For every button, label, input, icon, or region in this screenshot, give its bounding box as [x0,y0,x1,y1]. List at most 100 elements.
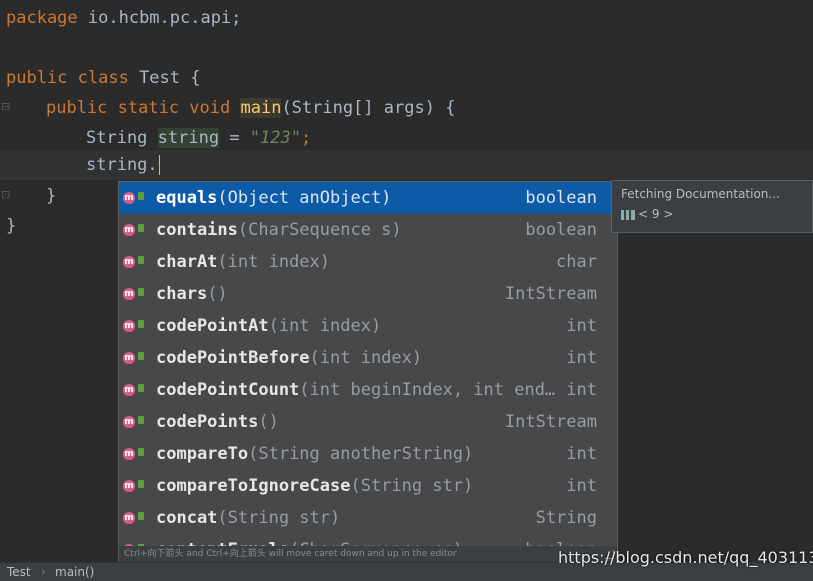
method-icon: m [123,288,135,300]
item-return-type: String [535,508,597,528]
public-access-icon [138,192,144,200]
item-name: codePoints [156,412,259,432]
method-icon: m [123,224,135,236]
item-return-type: IntStream [504,412,597,432]
semicolon: ; [301,128,312,148]
code-line-package[interactable]: package io.hcbm.pc.api; [0,3,813,33]
item-return-type: boolean [525,220,597,240]
completion-item[interactable]: m compareToIgnoreCase(String str) int [119,470,617,502]
method-icon: m [123,480,135,492]
item-name: codePointCount [156,380,300,400]
text-caret [158,155,160,175]
breadcrumb-class[interactable]: Test [7,563,31,581]
item-name: compareTo [156,444,249,464]
completion-item[interactable]: m codePointCount(int beginIndex, int end…… [119,374,617,406]
item-params: (String str) [350,476,474,496]
class-declaration: Test { [128,68,201,88]
public-access-icon [138,320,144,328]
breadcrumb-separator: › [41,565,46,579]
doc-nav-label[interactable]: < 9 > [638,207,673,221]
completion-item[interactable]: m equals(Object anObject) boolean [119,182,617,214]
keyword-package: package [6,8,78,28]
public-access-icon [138,288,144,296]
code-line-class[interactable]: public class Test { [0,63,813,93]
public-access-icon [138,224,144,232]
item-name: chars [156,284,208,304]
item-return-type: IntStream [504,284,597,304]
package-name: io.hcbm.pc.api; [77,8,242,28]
public-access-icon [138,352,144,360]
completion-item[interactable]: m codePoints() IntStream [119,406,617,438]
method-icon: m [123,512,135,524]
completion-item[interactable]: m charAt(int index) char [119,246,617,278]
item-name: charAt [156,252,218,272]
public-access-icon [138,512,144,520]
public-access-icon [138,448,144,456]
string-literal: "123" [249,128,301,148]
public-access-icon [138,384,144,392]
fold-icon[interactable]: ⊟ [1,100,10,113]
completion-item[interactable]: m concat(String str) String [119,502,617,534]
doc-navigation[interactable]: < 9 > [621,207,673,221]
item-name: concat [156,508,218,528]
main-signature: (String[] args) { [281,98,456,118]
fold-end-icon[interactable]: ⊡ [1,188,10,201]
public-access-icon [138,480,144,488]
method-icon: m [123,448,135,460]
close-brace-class: } [6,216,17,236]
completion-item[interactable]: m codePointAt(int index) int [119,310,617,342]
method-icon: m [123,384,135,396]
method-icon: m [123,416,135,428]
completion-hint-text: Ctrl+向下箭头 and Ctrl+向上箭头 will move caret … [124,549,457,559]
doc-status-text: Fetching Documentation... [621,187,780,201]
completion-hint: Ctrl+向下箭头 and Ctrl+向上箭头 will move caret … [119,546,617,562]
completion-scrollbar[interactable] [612,182,617,562]
item-params: (Object anObject) [217,188,392,208]
breadcrumb-method[interactable]: main() [55,563,94,581]
method-icon: m [123,192,135,204]
item-name: codePointBefore [156,348,310,368]
code-line-assign[interactable]: String string = "123"; [0,123,813,153]
completion-item[interactable]: m compareTo(String anotherString) int [119,438,617,470]
completion-item[interactable]: m chars() IntStream [119,278,617,310]
item-params: (String anotherString) [248,444,474,464]
method-icon: m [123,352,135,364]
method-icon: m [123,256,135,268]
item-return-type: boolean [525,188,597,208]
item-params: (CharSequence s) [237,220,402,240]
item-return-type: int [566,444,597,464]
item-return-type: int [566,316,597,336]
code-line-current[interactable]: string. [0,150,813,180]
completion-item[interactable]: m contains(CharSequence s) boolean [119,214,617,246]
item-params: () [258,412,279,432]
public-access-icon [138,256,144,264]
completion-item[interactable]: m codePointBefore(int index) int [119,342,617,374]
item-params: (int index) [309,348,423,368]
item-return-type: int [566,476,597,496]
method-name-main: main [240,98,282,118]
item-name: codePointAt [156,316,269,336]
code-line-main[interactable]: public static void main(String[] args) { [0,93,813,123]
public-access-icon [138,416,144,424]
item-params: () [207,284,228,304]
documentation-popup[interactable]: Fetching Documentation... < 9 > [611,180,813,233]
doc-chart-icon [621,209,635,220]
completion-popup[interactable]: m equals(Object anObject) boolean m contain… [118,181,618,563]
keyword-public-class: public class [6,68,129,88]
item-params: (int beginIndex, int end… [299,380,556,400]
item-return-type: int [566,348,597,368]
variable-string: string [157,128,220,148]
item-params: (int index) [217,252,331,272]
item-name: compareToIgnoreCase [156,476,351,496]
type-string: String [86,128,148,148]
item-return-type: int [566,380,597,400]
watermark-text: https://blog.csdn.net/qq_40311377 [558,548,813,567]
item-return-type: char [556,252,597,272]
method-icon: m [123,320,135,332]
assign-op: = [219,128,250,148]
item-name: equals [156,188,218,208]
item-params: (int index) [268,316,382,336]
typed-text: string. [86,155,158,175]
item-params: (String str) [217,508,341,528]
item-name: contains [156,220,238,240]
